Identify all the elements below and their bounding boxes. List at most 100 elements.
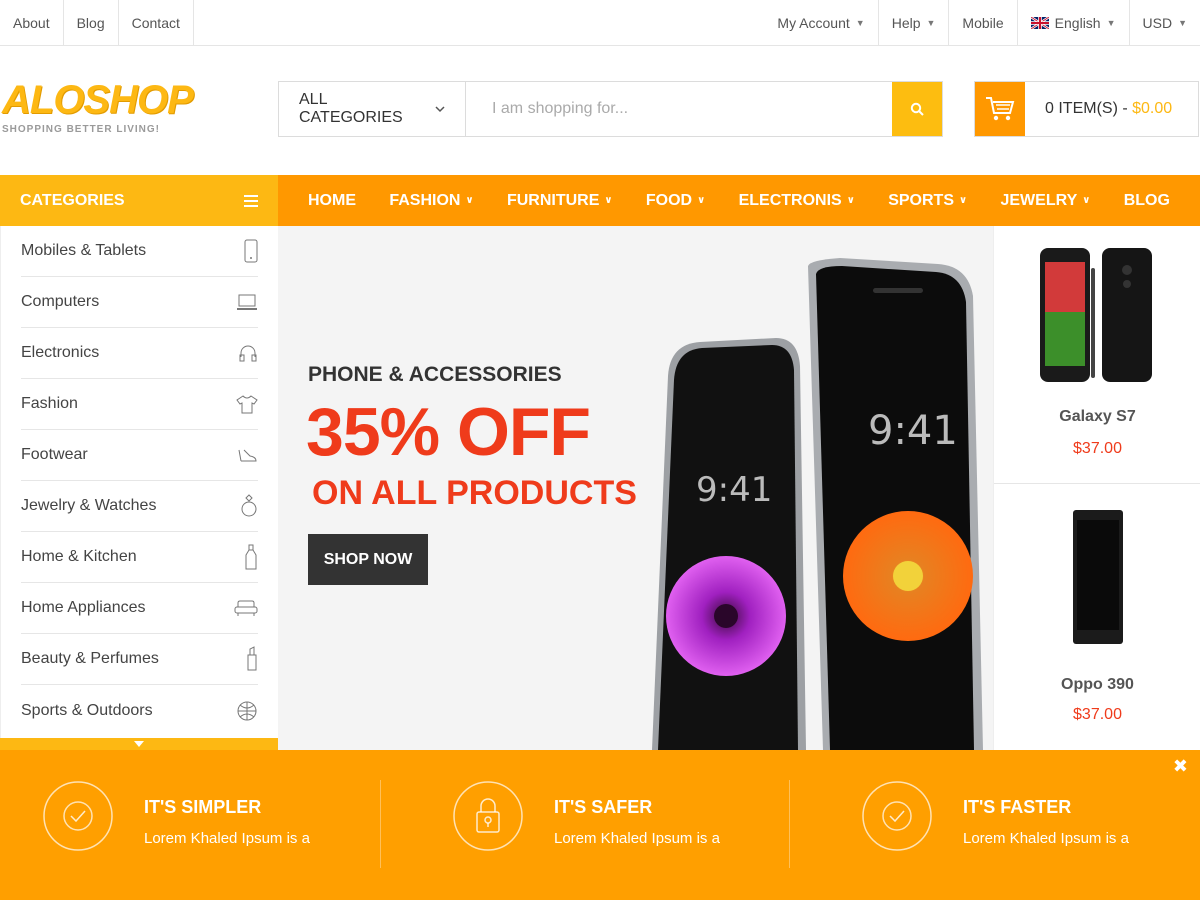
nav-jewelry[interactable]: JEWELRY ∨ bbox=[1000, 192, 1090, 210]
nav-label: FOOD bbox=[645, 191, 693, 209]
logo-tagline: SHOPPING BETTER LIVING! bbox=[2, 124, 161, 135]
features-band: ✖ IT'S SIMPLER Lorem Khaled Ipsum is a I… bbox=[0, 750, 1200, 900]
chevron-down-icon: ▼ bbox=[855, 18, 865, 28]
product-price: $37.00 bbox=[1073, 706, 1122, 723]
chevron-down-icon: ∨ bbox=[465, 195, 474, 206]
nav-label: BLOG bbox=[1123, 191, 1170, 209]
about-link[interactable]: About bbox=[0, 0, 64, 46]
lock-icon bbox=[453, 781, 523, 851]
language-dropdown[interactable]: English ▼ bbox=[1016, 0, 1129, 46]
category-computers[interactable]: Computers bbox=[21, 277, 258, 328]
category-label: Home & Kitchen bbox=[21, 548, 137, 565]
nav-blog[interactable]: BLOG bbox=[1124, 192, 1170, 210]
categories-more-toggle[interactable] bbox=[0, 738, 278, 750]
currency-label: USD bbox=[1142, 15, 1173, 31]
nav-sports[interactable]: SPORTS ∨ bbox=[888, 192, 967, 210]
chevron-down-icon: ∨ bbox=[697, 195, 706, 206]
category-electronics[interactable]: Electronics bbox=[21, 328, 258, 379]
caret-down-icon bbox=[134, 741, 144, 747]
phone-time-front: 9:41 bbox=[868, 408, 958, 454]
feature-divider bbox=[789, 780, 790, 868]
feature-text: Lorem Khaled Ipsum is a bbox=[144, 830, 310, 847]
chevron-down-icon bbox=[435, 106, 445, 113]
lipstick-icon bbox=[247, 646, 257, 671]
shop-now-button[interactable]: SHOP NOW bbox=[308, 534, 428, 585]
feature-title: IT'S SIMPLER bbox=[144, 797, 262, 817]
ring-icon bbox=[241, 494, 257, 517]
search-icon bbox=[910, 102, 924, 116]
nav-home[interactable]: HOME bbox=[308, 192, 356, 210]
category-mobiles-tablets[interactable]: Mobiles & Tablets bbox=[21, 226, 258, 277]
nav-electronis[interactable]: ELECTRONIS ∨ bbox=[739, 192, 855, 210]
product-image bbox=[1073, 510, 1123, 644]
main-nav: HOME FASHION ∨ FURNITURE ∨ FOOD ∨ ELECTRONI… bbox=[278, 175, 1200, 226]
side-products: Galaxy S7 $37.00 Oppo 390 $37.00 bbox=[993, 226, 1200, 750]
feature-text: Lorem Khaled Ipsum is a bbox=[963, 830, 1129, 847]
blog-link[interactable]: Blog bbox=[64, 0, 119, 46]
product-name: Oppo 390 bbox=[1061, 676, 1134, 693]
contact-link[interactable]: Contact bbox=[119, 0, 194, 46]
feature-title: IT'S FASTER bbox=[963, 797, 1072, 817]
feature-text: Lorem Khaled Ipsum is a bbox=[554, 830, 720, 847]
mobile-link[interactable]: Mobile bbox=[948, 0, 1016, 46]
cart-icon bbox=[986, 97, 1015, 121]
close-icon[interactable]: ✖ bbox=[1173, 756, 1188, 777]
bottle-icon bbox=[245, 544, 257, 570]
check-circle-icon bbox=[862, 781, 932, 851]
nav-furniture[interactable]: FURNITURE ∨ bbox=[507, 192, 613, 210]
nav-food[interactable]: FOOD ∨ bbox=[646, 192, 705, 210]
language-label: English bbox=[1054, 15, 1101, 31]
my-account-dropdown[interactable]: My Account ▼ bbox=[764, 0, 877, 46]
category-label: Electronics bbox=[21, 344, 100, 361]
categories-list: Mobiles & Tablets Computers Electronics … bbox=[0, 226, 278, 738]
shoe-icon bbox=[238, 449, 257, 462]
chevron-down-icon: ∨ bbox=[959, 195, 968, 206]
search-category-select[interactable]: ALL CATEGORIES bbox=[279, 82, 466, 136]
category-label: Footwear bbox=[21, 446, 88, 463]
search-bar: ALL CATEGORIES bbox=[278, 81, 943, 137]
category-fashion[interactable]: Fashion bbox=[21, 379, 258, 430]
feature-title: IT'S SAFER bbox=[554, 797, 653, 817]
category-sports-outdoors[interactable]: Sports & Outdoors bbox=[21, 685, 258, 736]
category-home-kitchen[interactable]: Home & Kitchen bbox=[21, 532, 258, 583]
feature-faster: IT'S FASTER Lorem Khaled Ipsum is a bbox=[819, 780, 1200, 870]
cart-total: $0.00 bbox=[1132, 100, 1173, 117]
nav-label: FURNITURE bbox=[506, 191, 600, 209]
categories-header[interactable]: CATEGORIES bbox=[0, 175, 278, 226]
hero-banner[interactable]: PHONE & ACCESSORIES 35% OFF ON ALL PRODU… bbox=[278, 226, 993, 750]
top-bar-left: About Blog Contact bbox=[0, 0, 194, 46]
nav-fashion[interactable]: FASHION ∨ bbox=[389, 192, 473, 210]
search-button[interactable] bbox=[892, 82, 942, 136]
chevron-down-icon: ∨ bbox=[846, 195, 855, 206]
category-footwear[interactable]: Footwear bbox=[21, 430, 258, 481]
category-beauty-perfumes[interactable]: Beauty & Perfumes bbox=[21, 634, 258, 685]
product-card[interactable]: Galaxy S7 $37.00 bbox=[994, 226, 1200, 484]
category-label: Computers bbox=[21, 293, 100, 310]
logo[interactable]: ALOSHOP SHOPPING BETTER LIVING! bbox=[2, 78, 194, 135]
hero-headline: 35% OFF bbox=[306, 394, 591, 470]
product-card[interactable]: Oppo 390 $37.00 bbox=[994, 484, 1200, 742]
feature-simpler: IT'S SIMPLER Lorem Khaled Ipsum is a bbox=[0, 780, 390, 870]
ball-icon bbox=[237, 701, 257, 720]
search-input[interactable] bbox=[466, 82, 892, 136]
category-label: Mobiles & Tablets bbox=[21, 242, 147, 259]
cart-items: 0 ITEM(S) - bbox=[1045, 100, 1133, 117]
cart-button[interactable]: 0 ITEM(S) - $0.00 bbox=[974, 81, 1199, 137]
category-home-appliances[interactable]: Home Appliances bbox=[21, 583, 258, 634]
category-label: Jewelry & Watches bbox=[21, 497, 157, 514]
nav-label: JEWELRY bbox=[1000, 191, 1078, 209]
logo-name: ALOSHOP bbox=[2, 78, 194, 122]
nav-label: HOME bbox=[308, 191, 356, 209]
search-category-label: ALL CATEGORIES bbox=[299, 91, 403, 126]
currency-dropdown[interactable]: USD ▼ bbox=[1128, 0, 1200, 46]
headphones-icon bbox=[239, 345, 257, 362]
categories-title: CATEGORIES bbox=[20, 191, 125, 209]
category-jewelry-watches[interactable]: Jewelry & Watches bbox=[21, 481, 258, 532]
sofa-icon bbox=[234, 600, 258, 616]
top-bar: About Blog Contact My Account ▼ Help ▼ M… bbox=[0, 0, 1200, 46]
category-label: Home Appliances bbox=[21, 599, 146, 616]
hero-subtitle: PHONE & ACCESSORIES bbox=[308, 363, 562, 386]
check-circle-icon bbox=[43, 781, 113, 851]
help-dropdown[interactable]: Help ▼ bbox=[877, 0, 949, 46]
uk-flag-icon bbox=[1030, 17, 1049, 29]
